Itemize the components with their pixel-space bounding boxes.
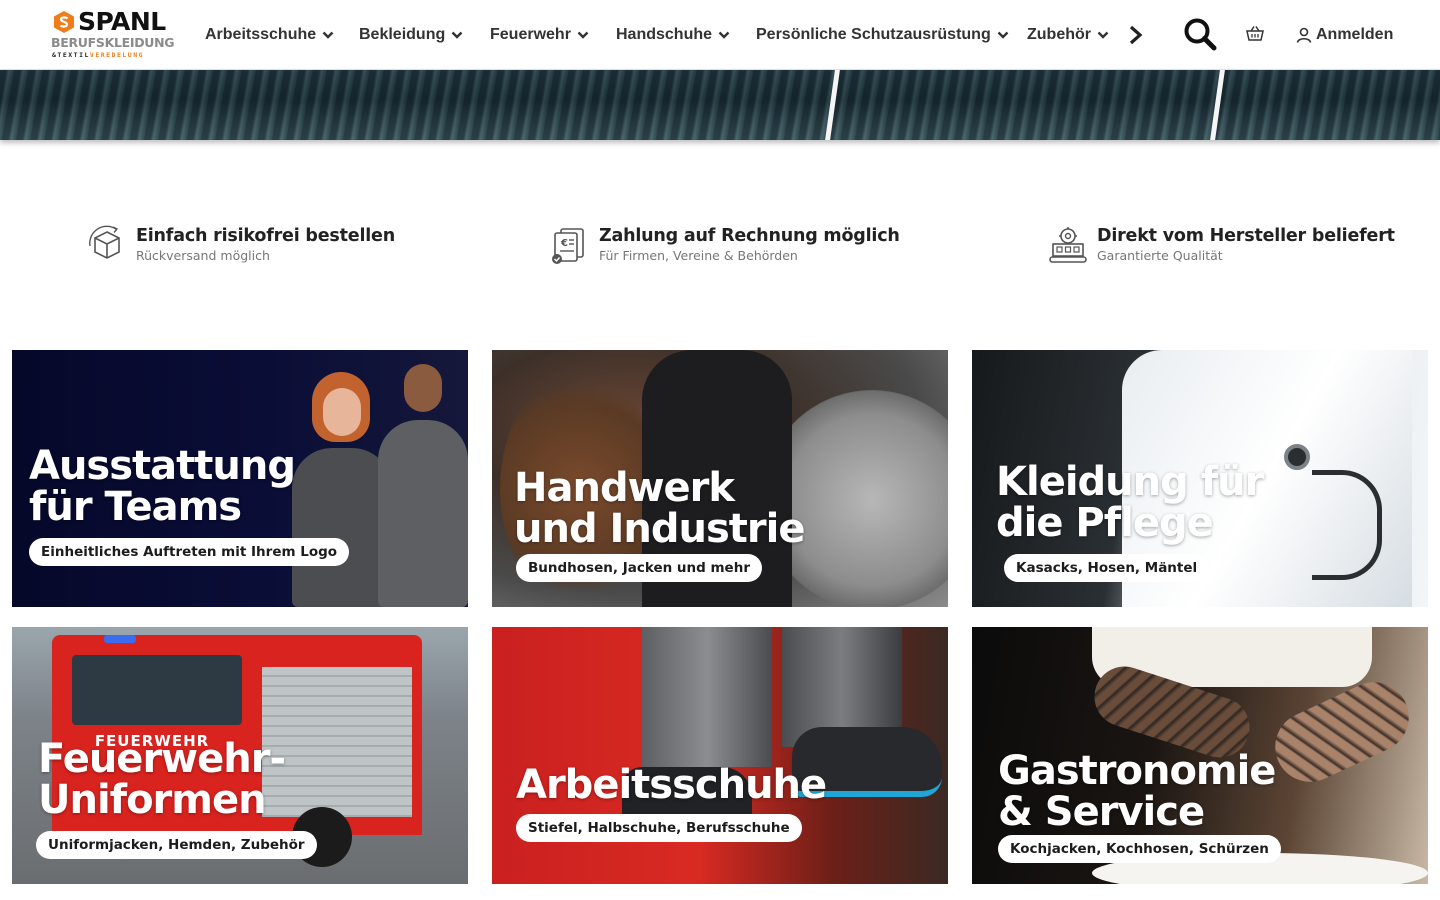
nav-item-label: Feuerwehr <box>490 26 571 43</box>
chevron-down-icon <box>718 31 730 39</box>
logo-subtitle: BERUFSKLEIDUNG <box>51 35 175 50</box>
forest-background <box>0 70 1440 140</box>
feature-text: Zahlung auf Rechnung möglich Für Firmen,… <box>599 224 900 268</box>
person-face <box>404 364 442 412</box>
nav-item-zubehoer[interactable]: Zubehör <box>1027 24 1109 46</box>
nav-item-bekleidung[interactable]: Bekleidung <box>359 24 463 46</box>
login-button[interactable]: Anmelden <box>1296 24 1393 46</box>
tile-subtitle-pill: Stiefel, Halbschuhe, Berufsschuhe <box>516 814 802 842</box>
category-tile-feuerwehr[interactable]: FEUERWEHR Feuerwehr- Uniformen Uniformja… <box>12 627 468 884</box>
factory-icon <box>1049 227 1087 263</box>
tile-title: Kleidung für die Pflege <box>996 459 1264 546</box>
nav-item-label: Arbeitsschuhe <box>205 26 317 43</box>
chevron-down-icon <box>451 31 463 39</box>
category-tile-arbeitsschuhe[interactable]: Arbeitsschuhe Stiefel, Halbschuhe, Beruf… <box>492 627 948 884</box>
chevron-right-icon[interactable] <box>1126 24 1146 46</box>
package-return-icon <box>89 225 120 259</box>
chevron-down-icon <box>997 31 1009 39</box>
tile-subtitle-pill: Uniformjacken, Hemden, Zubehör <box>36 831 317 859</box>
feature-manufacturer: Direkt vom Hersteller beliefert Garantie… <box>1047 224 1395 268</box>
feature-title: Zahlung auf Rechnung möglich <box>599 226 900 246</box>
nav-item-psa[interactable]: Persönliche Schutzausrüstung <box>756 24 1009 46</box>
tile-subtitle-pill: Einheitliches Auftreten mit Ihrem Logo <box>29 538 350 566</box>
blue-light <box>104 635 136 643</box>
logo-tagline: &TEXTILVEREDELUNG <box>52 51 144 59</box>
invoice-icon: € <box>552 228 584 264</box>
chevron-down-icon <box>1097 31 1109 39</box>
nav-item-handschuhe[interactable]: Handschuhe <box>616 24 730 46</box>
logo-tagline-a: &TEXTIL <box>52 51 90 59</box>
feature-title: Direkt vom Hersteller beliefert <box>1097 226 1395 246</box>
brand-logo[interactable]: SPANL BERUFSKLEIDUNG &TEXTILVEREDELUNG <box>50 7 175 61</box>
nav-item-arbeitsschuhe[interactable]: Arbeitsschuhe <box>205 24 334 46</box>
chevron-down-icon <box>322 31 334 39</box>
feature-subtitle: Garantierte Qualität <box>1097 248 1223 263</box>
tile-title: Arbeitsschuhe <box>516 762 827 808</box>
tile-title: Gastronomie & Service <box>998 748 1276 835</box>
svg-text:€: € <box>560 238 568 249</box>
feature-title: Einfach risikofrei bestellen <box>136 226 395 246</box>
nav-item-label: Zubehör <box>1027 26 1091 43</box>
tile-title: Ausstattung für Teams <box>29 443 296 530</box>
tile-subtitle-pill: Kochjacken, Kochhosen, Schürzen <box>998 835 1281 863</box>
login-label: Anmelden <box>1316 26 1394 43</box>
person-face <box>323 388 361 436</box>
tile-subtitle-pill: Kasacks, Hosen, Mäntel <box>1004 554 1210 582</box>
user-icon <box>1296 27 1312 43</box>
feature-subtitle: Rückversand möglich <box>136 248 270 263</box>
chevron-down-icon <box>577 31 589 39</box>
tile-title: Feuerwehr- Uniformen <box>38 736 286 823</box>
tile-title: Handwerk und Industrie <box>514 465 805 552</box>
category-tile-gastronomie[interactable]: Gastronomie & Service Kochjacken, Kochho… <box>972 627 1428 884</box>
logo-tagline-b: VEREDELUNG <box>89 51 145 59</box>
category-tile-teams[interactable]: Ausstattung für Teams Einheitliches Auft… <box>12 350 468 607</box>
feature-text: Direkt vom Hersteller beliefert Garantie… <box>1097 224 1395 268</box>
basket-icon[interactable] <box>1246 25 1264 43</box>
feature-invoice: € Zahlung auf Rechnung möglich Für Firme… <box>549 224 900 268</box>
site-header: SPANL BERUFSKLEIDUNG &TEXTILVEREDELUNG A… <box>0 0 1440 70</box>
truck-windshield <box>72 655 242 725</box>
nav-item-label: Bekleidung <box>359 26 446 43</box>
hero-banner[interactable] <box>0 70 1440 140</box>
feature-risk-free: Einfach risikofrei bestellen Rückversand… <box>86 224 395 268</box>
stethoscope-icon <box>1284 444 1310 470</box>
category-tile-pflege[interactable]: Kleidung für die Pflege Kasacks, Hosen, … <box>972 350 1428 607</box>
feature-text: Einfach risikofrei bestellen Rückversand… <box>136 224 395 268</box>
stethoscope-tube <box>1312 470 1382 580</box>
tile-subtitle-pill: Bundhosen, Jacken und mehr <box>516 554 762 582</box>
logo-mark-icon <box>54 11 74 33</box>
feature-subtitle: Für Firmen, Vereine & Behörden <box>599 248 798 263</box>
category-tile-handwerk[interactable]: Handwerk und Industrie Bundhosen, Jacken… <box>492 350 948 607</box>
trousers <box>642 627 772 767</box>
nav-item-label: Persönliche Schutzausrüstung <box>756 26 991 43</box>
person-polo <box>378 420 468 607</box>
search-icon[interactable] <box>1182 16 1218 52</box>
person-polo <box>292 448 392 607</box>
nav-item-label: Handschuhe <box>616 26 713 43</box>
nav-item-feuerwehr[interactable]: Feuerwehr <box>490 24 589 46</box>
logo-wordmark: SPANL <box>78 7 166 36</box>
